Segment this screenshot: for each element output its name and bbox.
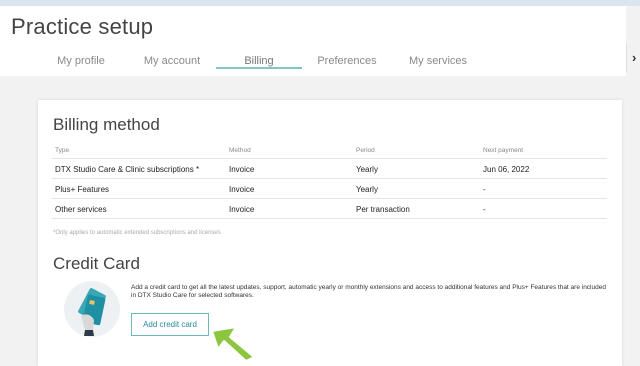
tab-my-services[interactable]: My services	[400, 54, 476, 76]
row-period: Yearly	[356, 185, 378, 194]
billing-footnote: *Only applies to automatic extended subs…	[53, 230, 221, 236]
tab-preferences[interactable]: Preferences	[310, 54, 384, 76]
column-header-period: Period	[356, 147, 375, 154]
table-row: Plus+ Features Invoice Yearly -	[52, 179, 607, 199]
column-header-next-payment: Next payment	[483, 147, 524, 154]
row-type: DTX Studio Care & Clinic subscriptions *	[55, 165, 200, 174]
table-row: Other services Invoice Per transaction -	[52, 199, 607, 219]
page-header: Practice setup My profile My account Bil…	[0, 6, 626, 76]
row-method: Invoice	[229, 185, 255, 194]
page-title: Practice setup	[11, 14, 154, 39]
row-next-payment: -	[483, 185, 486, 194]
tab-bar: My profile My account Billing Preference…	[0, 50, 626, 76]
add-credit-card-button[interactable]: Add credit card	[131, 313, 209, 336]
tab-my-profile[interactable]: My profile	[48, 54, 114, 76]
row-method: Invoice	[229, 165, 255, 174]
billing-table: Type Method Period Next payment DTX Stud…	[52, 143, 607, 219]
row-period: Yearly	[356, 165, 378, 174]
column-header-type: Type	[55, 147, 70, 154]
tab-my-account[interactable]: My account	[134, 54, 210, 76]
row-method: Invoice	[229, 205, 255, 214]
chevron-right-icon[interactable]: ›	[632, 50, 636, 65]
row-period: Per transaction	[356, 205, 410, 214]
row-type: Plus+ Features	[55, 185, 110, 194]
billing-method-title: Billing method	[53, 115, 160, 134]
row-next-payment: Jun 06, 2022	[483, 165, 530, 174]
credit-card-description: Add a credit card to get all the latest …	[131, 284, 606, 299]
active-tab-indicator	[216, 67, 302, 69]
row-type: Other services	[55, 205, 107, 214]
table-row: DTX Studio Care & Clinic subscriptions *…	[52, 159, 607, 179]
table-header: Type Method Period Next payment	[52, 143, 607, 159]
credit-card-title: Credit Card	[53, 254, 140, 273]
billing-card: Billing method Type Method Period Next p…	[38, 100, 622, 366]
column-header-method: Method	[229, 147, 251, 154]
tab-billing[interactable]: Billing	[226, 54, 292, 76]
arrow-icon	[211, 326, 255, 361]
row-next-payment: -	[483, 205, 486, 214]
credit-card-icon	[63, 280, 121, 338]
